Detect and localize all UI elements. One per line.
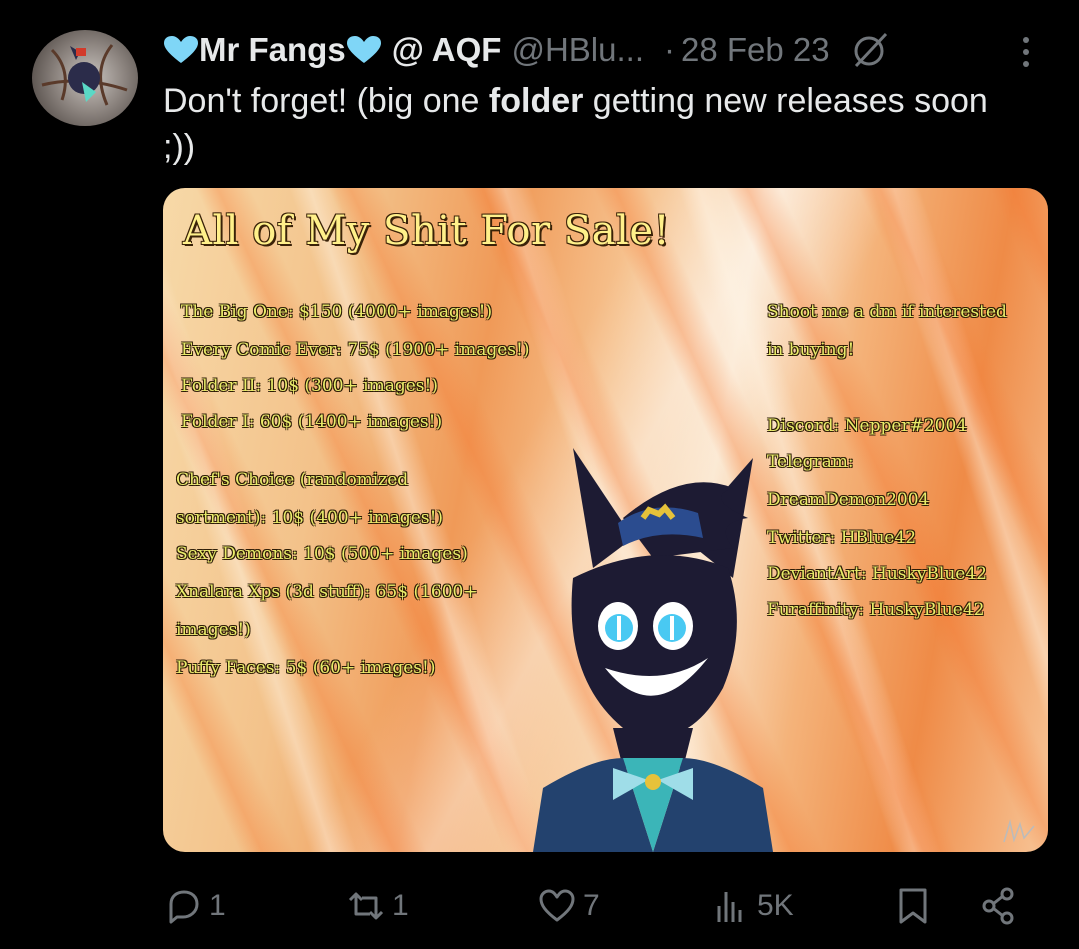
tweet-image[interactable]: All of My Shit For Sale! The Big One: $1… (163, 188, 1048, 852)
artist-signature (1003, 819, 1035, 843)
reply-icon (169, 890, 199, 924)
blue-heart-icon (346, 36, 381, 63)
bookmark-icon (899, 888, 927, 924)
action-bar: 1 1 7 5K (163, 880, 1053, 932)
user-handle[interactable]: @HBlu... (511, 31, 644, 69)
price-list-line: Every Comic Ever: 75$ (1900+ images!) (181, 340, 530, 360)
price-list-line: Puffy Faces: 5$ (60+ images!) (176, 658, 436, 678)
reply-button[interactable]: 1 (163, 880, 226, 932)
repost-button[interactable]: 1 (346, 880, 409, 932)
tweet-date[interactable]: 28 Feb 23 (681, 31, 830, 69)
contact-line: Furaffinity: HuskyBlue42 (767, 600, 985, 620)
tweet-header: Mr Fangs @ AQF @HBlu... · 28 Feb 23 (163, 26, 894, 74)
like-button[interactable]: 7 (537, 880, 600, 932)
contact-line: DreamDemon2004 (767, 490, 930, 510)
views-button[interactable]: 5K (711, 880, 794, 932)
bookmark-button[interactable] (893, 880, 939, 932)
views-icon (717, 892, 742, 922)
display-name-suffix[interactable]: @ AQF (392, 31, 502, 69)
contact-line: in buying! (767, 340, 855, 360)
image-title: All of My Shit For Sale! (183, 208, 671, 254)
repost-count: 1 (392, 889, 409, 922)
contact-line: Discord: Nepper#2004 (767, 416, 968, 436)
tweet-text-bold: folder (488, 82, 584, 120)
contact-line: DeviantArt: HuskyBlue42 (767, 564, 987, 584)
separator: · (664, 31, 676, 68)
price-list-line: Folder II: 10$ (300+ images!) (181, 376, 438, 396)
edited-icon (854, 32, 887, 68)
contact-line: Shoot me a dm if interested (767, 302, 1007, 322)
like-icon (539, 889, 575, 922)
price-list-line: The Big One: $150 (4000+ images!) (181, 302, 493, 322)
contact-line: Telegram: (767, 452, 854, 472)
display-name[interactable]: Mr Fangs (199, 31, 346, 69)
avatar[interactable] (32, 30, 138, 126)
like-count: 7 (583, 889, 600, 922)
price-list-line: sortment): 10$ (400+ images!) (176, 508, 444, 528)
tweet-text-part: Don't forget! (big one (163, 82, 489, 120)
price-list-line: Chef's Choice (randomized (176, 470, 409, 490)
price-list-line: Sexy Demons: 10$ (500+ images) (176, 544, 468, 564)
share-icon (982, 887, 1014, 925)
tweet-text: Don't forget! (big one folder getting ne… (163, 78, 1023, 170)
price-list-line: Xnalara Xps (3d stuff): 65$ (1600+ (176, 582, 478, 602)
view-count: 5K (757, 889, 794, 922)
repost-icon (348, 892, 384, 920)
blue-heart-icon (164, 36, 198, 63)
price-list-line: images!) (176, 620, 251, 640)
share-button[interactable] (979, 880, 1025, 932)
reply-count: 1 (209, 889, 226, 922)
character-illustration (533, 448, 773, 852)
contact-line: Twitter: HBlue42 (767, 528, 917, 548)
more-icon[interactable] (1016, 32, 1036, 72)
price-list-line: Folder I: 60$ (1400+ images!) (181, 412, 443, 432)
